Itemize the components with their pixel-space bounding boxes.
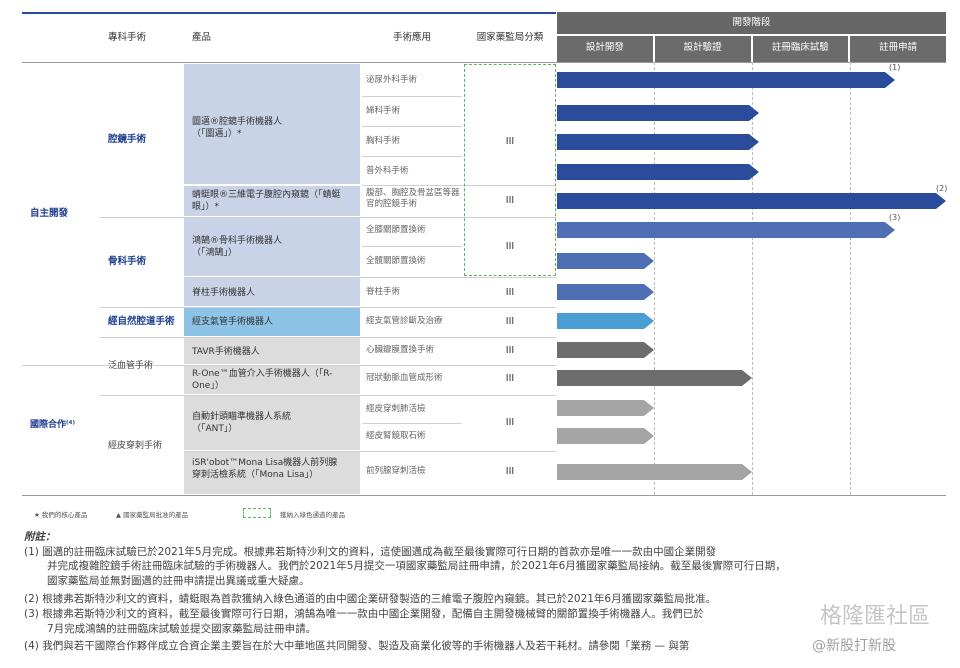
app-hip: 全髖關節置換術 bbox=[366, 256, 426, 266]
row-line bbox=[100, 395, 556, 396]
progress-bar bbox=[557, 428, 654, 444]
class-label: III bbox=[505, 195, 515, 206]
product-mona-lisa: iSR'obot™Mona Lisa機器人前列腺穿刺活檢系統（「Mona Lis… bbox=[192, 458, 338, 480]
progress-note: (3) bbox=[889, 213, 901, 222]
legend-green-swatch bbox=[243, 508, 271, 518]
app-abdominal: 腹部、胸腔及骨盆區等器官的腔鏡手術 bbox=[366, 188, 460, 209]
top-rule bbox=[22, 12, 556, 14]
app-prostate: 前列腺穿刺活檢 bbox=[366, 466, 426, 476]
row-line bbox=[100, 337, 556, 338]
group-vascular: 泛血管手術 bbox=[108, 361, 154, 371]
row-line bbox=[362, 126, 462, 127]
phase-divider bbox=[752, 62, 753, 495]
legend-approved-label: 國家藥監局批准的產品 bbox=[123, 511, 189, 519]
row-line bbox=[100, 307, 556, 308]
class-label: III bbox=[505, 287, 515, 298]
phase-registration: 註冊申請 bbox=[850, 36, 946, 62]
app-thoracic: 胸科手術 bbox=[366, 136, 401, 146]
note-4: (4) 我們與若干國際合作夥伴成立合資企業主要旨在於大中華地區共同開發、製造及商… bbox=[24, 640, 690, 652]
class-label: III bbox=[505, 417, 515, 428]
note-1b: 并完成複雜腔鏡手術註冊臨床試驗的手術機器人。我們於2021年5月提交一項國家藥監… bbox=[47, 560, 786, 572]
product-honghu: 鴻鵠®骨科手術機器人（「鴻鵠」） bbox=[192, 236, 283, 258]
class-label: III bbox=[505, 316, 515, 327]
col-class-header: 國家藥監局分類 bbox=[476, 32, 544, 43]
phase-divider bbox=[850, 62, 851, 495]
app-nephro: 經皮腎鏡取石術 bbox=[366, 431, 426, 441]
col-product-header: 產品 bbox=[192, 32, 212, 43]
row-line bbox=[184, 451, 556, 452]
phase-design-verify: 設計驗證 bbox=[654, 36, 751, 62]
note-1c: 國家藥監局並無對圖邁的註冊申請提出異議或重大疑慮。 bbox=[47, 575, 310, 587]
progress-note: (2) bbox=[936, 184, 948, 193]
note-2: (2) 根據弗若斯特沙利文的資料，蜻蜓眼為首款獲納入綠色通道的由中國企業研發製造… bbox=[24, 593, 717, 605]
product-dragonfly-eye: 蜻蜓眼®三維電子腹腔內窺鏡（「蜻蜓眼」）* bbox=[192, 190, 341, 212]
watermark-text: 格隆匯社區 bbox=[820, 604, 931, 629]
app-knee: 全膝關節置換術 bbox=[366, 225, 426, 235]
progress-note: (1) bbox=[889, 63, 901, 72]
col-application-header: 手術應用 bbox=[392, 32, 431, 43]
legend-green-label: 獲納入綠色通道的產品 bbox=[280, 511, 345, 519]
group-natural-orifice: 經自然腔道手術 bbox=[108, 316, 175, 327]
group-endoscopic: 腔鏡手術 bbox=[108, 134, 147, 145]
app-lung-biopsy: 經皮穿刺肺活檢 bbox=[366, 404, 426, 414]
row-line bbox=[362, 423, 462, 424]
progress-bar bbox=[557, 400, 654, 416]
row-line bbox=[362, 246, 462, 247]
product-toumai: 圖邁®腔鏡手術機器人（「圖邁」）* bbox=[192, 117, 283, 139]
progress-bar bbox=[557, 284, 654, 300]
class-label: III bbox=[505, 136, 515, 147]
phase-title: 開發階段 bbox=[557, 12, 946, 34]
product-ant: 自動針頭瞄準機器人系統（「ANT」） bbox=[192, 412, 292, 434]
row-line bbox=[22, 365, 556, 366]
phase-cells: 設計開發 設計驗證 註冊臨床試驗 註冊申請 bbox=[557, 36, 946, 62]
class-label: III bbox=[505, 373, 515, 384]
product-r-one: R-One™血管介入手術機器人（「R-One」） bbox=[192, 369, 333, 391]
app-spine: 脊柱手術 bbox=[366, 287, 401, 297]
app-bronchial: 經支氣管診斷及治療 bbox=[366, 316, 443, 326]
product-tavr-robot: TAVR手術機器人 bbox=[192, 347, 260, 357]
row-line bbox=[362, 96, 462, 97]
progress-bar bbox=[557, 253, 654, 269]
progress-bar bbox=[557, 313, 654, 329]
group-ortho: 骨科手術 bbox=[108, 256, 147, 267]
note-1a: (1) 圖邁的註冊臨床試驗已於2021年5月完成。根據弗若斯特沙利文的資料，這使… bbox=[24, 546, 717, 558]
class-label: III bbox=[505, 466, 515, 477]
phase-divider bbox=[654, 62, 655, 495]
class-label: III bbox=[505, 345, 515, 356]
watermark-handle: @新股打新股 bbox=[812, 638, 896, 654]
app-urology: 泌尿外科手術 bbox=[366, 75, 418, 85]
progress-bar bbox=[557, 164, 759, 180]
app-gynecology: 婦科手術 bbox=[366, 106, 401, 116]
app-general: 普外科手術 bbox=[366, 166, 409, 176]
row-line bbox=[184, 277, 556, 278]
class-label: III bbox=[505, 241, 515, 252]
section-intl: 國際合作⁽⁴⁾ bbox=[30, 420, 76, 430]
product-spine-robot: 脊柱手術機器人 bbox=[192, 288, 256, 298]
legend-approved: ▲ 國家藥監局批准的產品 bbox=[116, 511, 189, 519]
legend-core: ★ 我們的核心產品 bbox=[34, 511, 88, 519]
progress-bar bbox=[557, 72, 895, 88]
progress-bar bbox=[557, 134, 759, 150]
section-self-dev: 自主開發 bbox=[30, 208, 69, 219]
product-bronchial-robot: 經支氣管手術機器人 bbox=[192, 317, 274, 327]
note-3b: 7月完成鴻鵠的註冊臨床試驗並提交國家藥監局註冊申請。 bbox=[47, 623, 317, 635]
group-percutaneous: 經皮穿刺手術 bbox=[108, 441, 163, 451]
app-coronary: 冠狀動脈血管成形術 bbox=[366, 373, 443, 383]
col-group-header: 專科手術 bbox=[108, 32, 147, 43]
header-divider bbox=[22, 62, 946, 63]
progress-bar bbox=[557, 222, 895, 238]
notes-title: 附註： bbox=[24, 531, 56, 543]
progress-bar bbox=[557, 105, 759, 121]
phase-clinical-trial: 註冊臨床試驗 bbox=[752, 36, 849, 62]
legend-core-label: 我們的核心產品 bbox=[41, 511, 88, 519]
phase-design-dev: 設計開發 bbox=[557, 36, 653, 62]
note-3a: (3) 根據弗若斯特沙利文的資料，截至最後實際可行日期，鴻鵠為唯一一款由中國企業… bbox=[24, 608, 704, 620]
progress-bar bbox=[557, 342, 654, 358]
app-valve: 心臟瓣膜置換手術 bbox=[366, 345, 435, 355]
table-bottom bbox=[22, 495, 946, 496]
row-line bbox=[362, 156, 462, 157]
